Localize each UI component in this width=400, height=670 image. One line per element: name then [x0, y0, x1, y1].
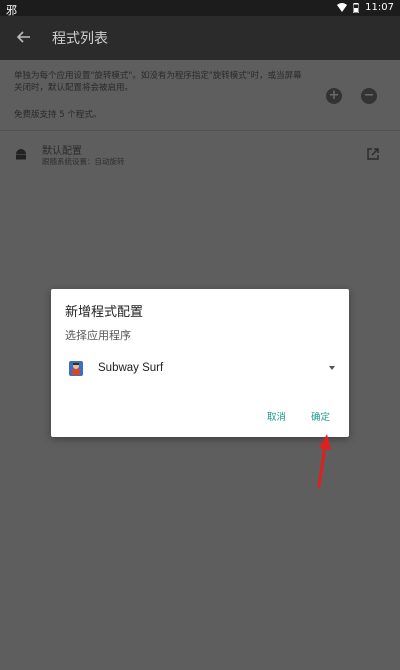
- annotation-arrow-icon: [317, 434, 331, 488]
- wifi-icon: [337, 3, 348, 12]
- clock: 11:07: [365, 2, 394, 13]
- confirm-button[interactable]: 确定: [311, 409, 330, 423]
- app-select-dropdown[interactable]: Subway Surf: [65, 355, 335, 383]
- open-external-icon[interactable]: [366, 147, 380, 161]
- default-config-title: 默认配置: [42, 146, 82, 157]
- description-text: 单独为每个应用设置"旋转模式"。如没有为程序指定"旋转模式"时，或当屏幕关闭时，…: [14, 71, 302, 93]
- default-config-subtitle: 跟随系统设置：自动旋转: [42, 157, 125, 166]
- subway-surf-app-icon: [69, 361, 83, 376]
- app-bar: 程式列表: [0, 16, 400, 60]
- dialog-title: 新增程式配置: [65, 305, 144, 320]
- divider: [0, 130, 400, 131]
- selected-app-name: Subway Surf: [98, 362, 164, 374]
- back-arrow-icon[interactable]: [14, 27, 34, 47]
- page-title: 程式列表: [52, 31, 108, 47]
- free-version-note: 免费版支持 5 个程式。: [14, 110, 102, 120]
- add-button[interactable]: +: [326, 88, 342, 104]
- dropdown-arrow-icon[interactable]: [329, 366, 335, 370]
- status-bar: 邪 11:07: [0, 0, 400, 17]
- remove-button[interactable]: −: [361, 88, 377, 104]
- android-icon: [16, 149, 26, 160]
- battery-icon: [353, 2, 360, 13]
- dialog-subtitle: 选择应用程序: [65, 329, 131, 342]
- cancel-button[interactable]: 取消: [267, 409, 286, 423]
- add-app-config-dialog: 新增程式配置 选择应用程序 Subway Surf 取消 确定: [51, 289, 349, 437]
